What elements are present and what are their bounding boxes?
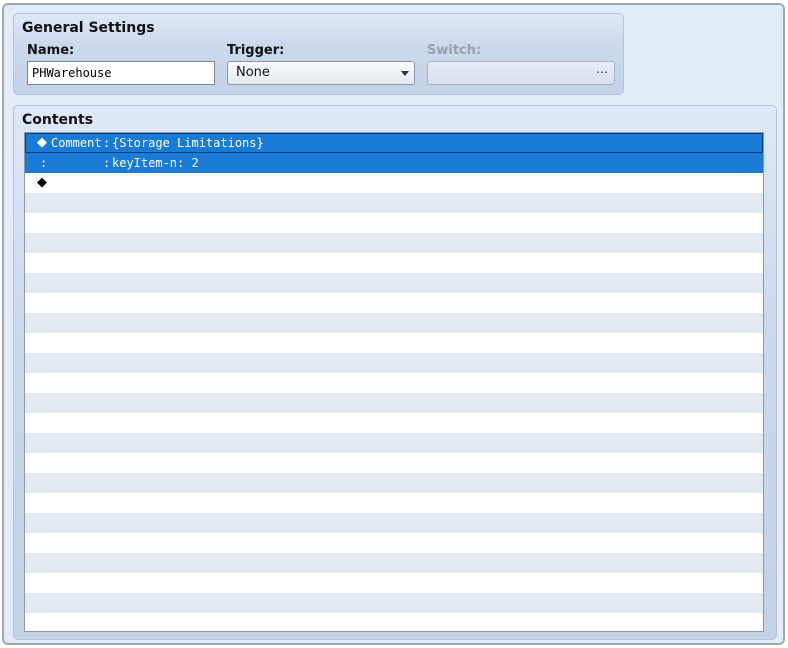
trigger-label: Trigger:	[227, 43, 285, 58]
continuation-marker: :	[40, 156, 48, 170]
list-row-blank[interactable]	[25, 453, 763, 473]
list-row-blank[interactable]	[25, 353, 763, 373]
list-row-blank[interactable]	[25, 573, 763, 593]
command-marker: ◆	[37, 175, 47, 190]
list-row-blank[interactable]	[25, 193, 763, 213]
chevron-down-icon	[401, 71, 409, 76]
switch-field: ⋯	[427, 61, 615, 85]
list-row-blank[interactable]	[25, 533, 763, 553]
general-settings-panel: General Settings Name: Trigger: Switch: …	[13, 13, 624, 95]
list-row-blank[interactable]	[25, 313, 763, 333]
contents-panel: Contents ◆ Comment : {Storage Limitation…	[13, 105, 777, 640]
general-settings-title: General Settings	[22, 20, 155, 36]
name-label: Name:	[27, 43, 75, 58]
switch-browse-button: ⋯	[596, 65, 608, 79]
trigger-select[interactable]: None	[227, 61, 415, 85]
trigger-select-value: None	[236, 65, 270, 80]
command-parameter: keyItem-n: 2	[112, 156, 199, 170]
command-marker: ◆	[37, 135, 47, 150]
list-row-blank[interactable]	[25, 293, 763, 313]
command-separator: :	[103, 136, 111, 150]
list-row-blank[interactable]	[25, 553, 763, 573]
list-row-blank[interactable]	[25, 213, 763, 233]
list-row-blank[interactable]	[25, 233, 763, 253]
list-row-blank[interactable]	[25, 333, 763, 353]
command-name: Comment	[51, 136, 102, 150]
command-list[interactable]: ◆ Comment : {Storage Limitations} : : ke…	[24, 132, 764, 632]
list-row-blank[interactable]	[25, 513, 763, 533]
list-row-blank[interactable]	[25, 593, 763, 613]
list-row-blank[interactable]	[25, 393, 763, 413]
switch-label: Switch:	[427, 43, 482, 58]
command-separator: :	[103, 156, 111, 170]
list-row-blank[interactable]	[25, 473, 763, 493]
list-row-blank[interactable]	[25, 413, 763, 433]
list-row-blank[interactable]	[25, 273, 763, 293]
command-parameter: {Storage Limitations}	[112, 136, 264, 150]
list-row-blank[interactable]	[25, 253, 763, 273]
name-input[interactable]: PHWarehouse	[27, 61, 215, 85]
command-row[interactable]: ◆ Comment : {Storage Limitations}	[25, 133, 763, 153]
contents-title: Contents	[22, 112, 94, 128]
list-row-blank[interactable]	[25, 373, 763, 393]
command-row[interactable]: : : keyItem-n: 2	[25, 153, 763, 173]
command-row-empty[interactable]: ◆	[25, 173, 763, 193]
list-row-blank[interactable]	[25, 493, 763, 513]
event-editor-window: General Settings Name: Trigger: Switch: …	[2, 3, 785, 645]
list-row-blank[interactable]	[25, 613, 763, 631]
list-row-blank[interactable]	[25, 433, 763, 453]
